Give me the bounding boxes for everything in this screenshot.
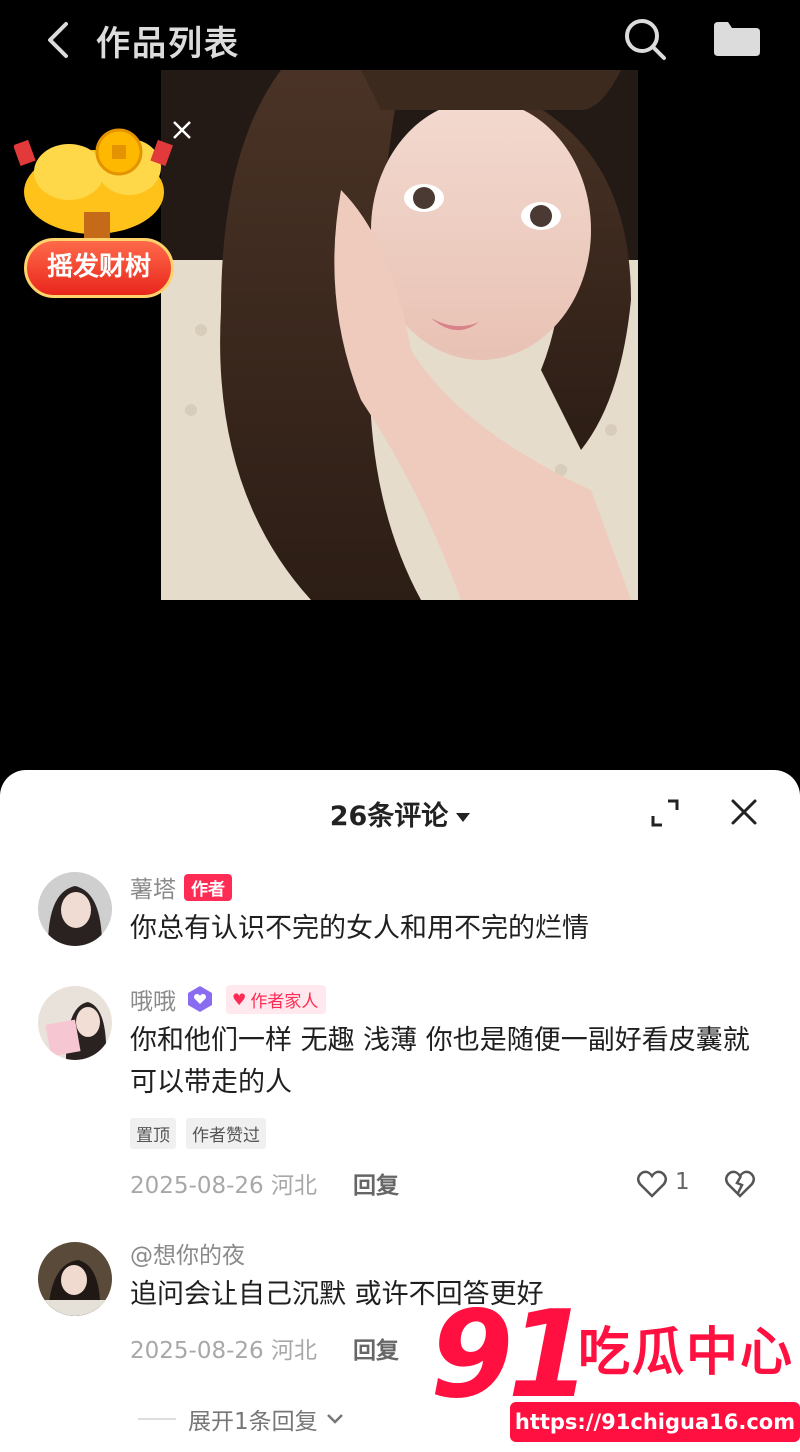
avatar[interactable] xyxy=(38,872,112,946)
reply-button[interactable]: 回复 xyxy=(353,1331,399,1365)
comment-date: 2025-08-26 河北 xyxy=(130,1173,317,1199)
post-photo[interactable] xyxy=(161,70,638,600)
search-icon[interactable] xyxy=(622,16,668,62)
watermark-number: 91 xyxy=(430,1286,591,1425)
divider xyxy=(138,1418,176,1420)
caret-down-icon xyxy=(456,813,471,822)
pinned-tag: 置顶 xyxy=(130,1118,176,1149)
heart-icon: ♥ xyxy=(232,989,247,1009)
comment-date: 2025-08-26 河北 xyxy=(130,1338,317,1364)
money-tree-button[interactable]: 摇发财树 xyxy=(24,238,174,298)
username[interactable]: @想你的夜 xyxy=(130,1236,245,1270)
author-badge: 作者 xyxy=(184,873,232,901)
comment-tags: 置顶 作者赞过 xyxy=(130,1118,770,1149)
like-icon[interactable] xyxy=(636,1169,668,1199)
comment-text[interactable]: 你总有认识不完的女人和用不完的烂情 xyxy=(130,908,770,950)
comment-count: 26条评论 xyxy=(329,801,449,832)
avatar[interactable] xyxy=(38,1242,112,1316)
watermark-url: https://91chigua16.com xyxy=(510,1402,800,1442)
author-liked-tag: 作者赞过 xyxy=(186,1118,266,1149)
chevron-left-icon[interactable] xyxy=(40,18,76,62)
family-badge: ♥ 作者家人 xyxy=(226,984,327,1014)
watermark-text: 吃瓜中心 xyxy=(578,1323,795,1383)
watermark: 91 吃瓜中心 https://91chigua16.com xyxy=(430,1296,800,1446)
comment-text[interactable]: 你和他们一样 无趣 浅薄 你也是随便一副好看皮囊就可以带走的人 xyxy=(130,1020,770,1104)
comment-count-selector[interactable]: 26条评论 xyxy=(0,794,800,833)
close-icon[interactable] xyxy=(170,118,194,142)
comments-header: 26条评论 xyxy=(0,770,800,856)
dislike-icon[interactable] xyxy=(724,1169,756,1199)
family-badge-label: 作者家人 xyxy=(250,991,319,1012)
like-count: 1 xyxy=(675,1169,690,1195)
username[interactable]: 哦哦 xyxy=(130,982,176,1016)
chevron-down-icon xyxy=(326,1414,343,1424)
expand-icon[interactable] xyxy=(650,798,680,828)
close-icon[interactable] xyxy=(730,798,758,826)
fan-level-icon xyxy=(188,986,212,1012)
top-bar: 作品列表 xyxy=(0,0,800,80)
expand-replies-label: 展开1条回复 xyxy=(188,1409,318,1435)
username[interactable]: 薯塔 xyxy=(130,870,176,904)
comment-meta: 2025-08-26 河北 回复 1 xyxy=(130,1161,770,1205)
expand-replies-button[interactable]: 展开1条回复 xyxy=(138,1402,344,1436)
menu-icon[interactable] xyxy=(712,20,762,58)
avatar[interactable] xyxy=(38,986,112,1060)
page-title: 作品列表 xyxy=(96,24,240,64)
reply-button[interactable]: 回复 xyxy=(353,1166,399,1200)
